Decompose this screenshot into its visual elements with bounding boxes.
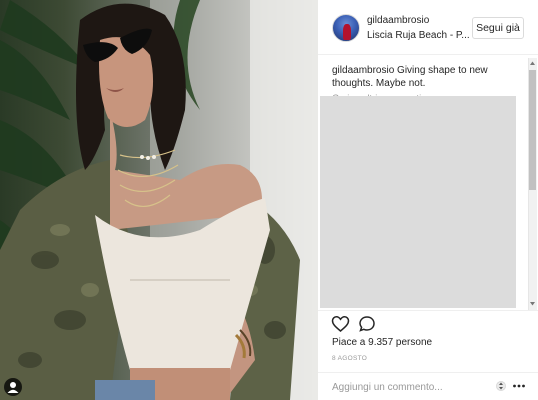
- add-comment-bar: [318, 372, 538, 400]
- speech-bubble-icon[interactable]: [358, 315, 376, 333]
- scroll-down-arrow-icon[interactable]: [529, 300, 536, 308]
- post-header: gildaambrosio Liscia Ruja Beach - P... S…: [318, 0, 538, 55]
- caption-username[interactable]: gildaambrosio: [332, 65, 394, 76]
- post-caption: gildaambrosio Giving shape to new though…: [332, 64, 522, 90]
- comments-scrollbar-thumb[interactable]: [529, 70, 536, 190]
- comments-area: gildaambrosio Giving shape to new though…: [318, 56, 538, 310]
- post-side-panel: gildaambrosio Liscia Ruja Beach - P... S…: [318, 0, 538, 400]
- location-link[interactable]: Liscia Ruja Beach - P...: [367, 30, 470, 41]
- comments-placeholder: [320, 96, 516, 308]
- user-tag-icon[interactable]: [4, 378, 22, 396]
- likes-count[interactable]: Piace a 9.357 persone: [332, 337, 432, 348]
- post-date: 8 AGOSTO: [332, 355, 368, 362]
- three-dots-icon[interactable]: [512, 379, 526, 393]
- post-photo[interactable]: [0, 0, 318, 400]
- post-actions: Piace a 9.357 persone 8 AGOSTO: [318, 310, 538, 372]
- comment-input[interactable]: [332, 379, 488, 395]
- post-photo-illustration: [0, 0, 318, 400]
- username-link[interactable]: gildaambrosio: [367, 15, 429, 26]
- scroll-up-arrow-icon[interactable]: [529, 59, 536, 67]
- follow-button[interactable]: Segui già: [472, 17, 524, 39]
- up-down-arrows-icon[interactable]: [496, 379, 506, 393]
- avatar[interactable]: [332, 14, 360, 42]
- heart-outline-icon[interactable]: [331, 315, 350, 333]
